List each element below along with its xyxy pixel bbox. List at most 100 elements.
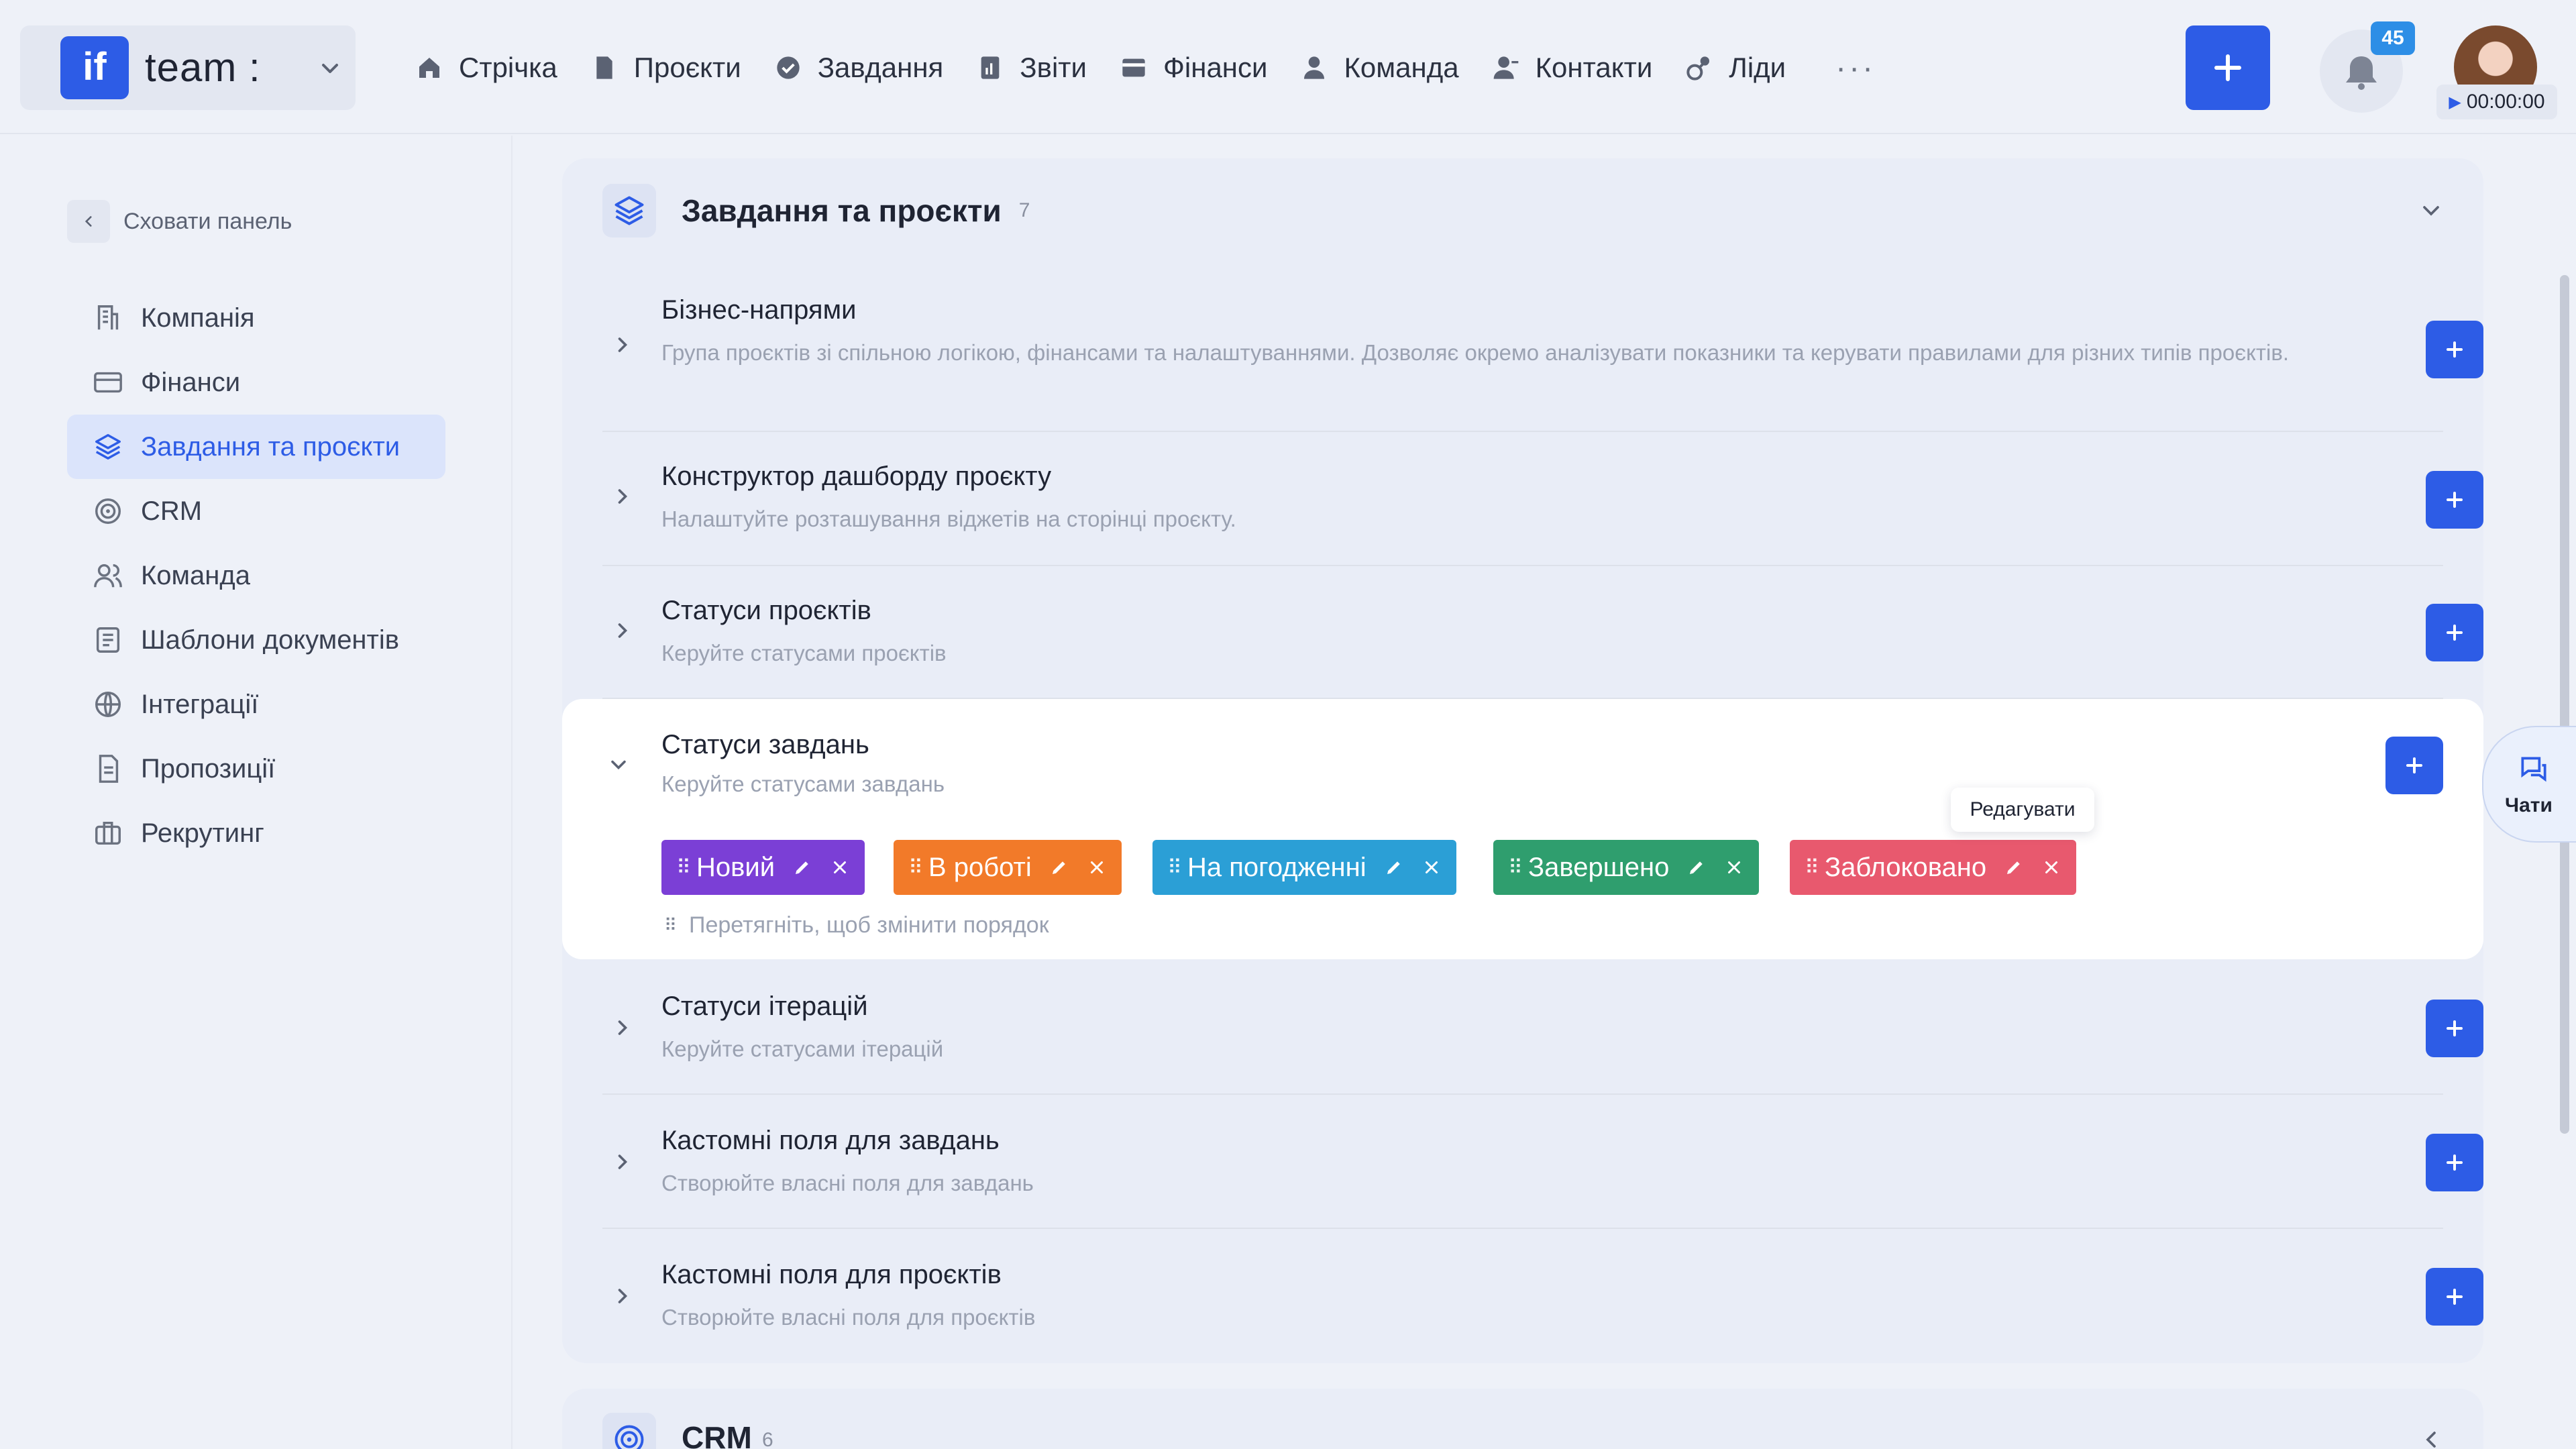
plus-icon (2447, 625, 2463, 641)
sidebar-nav: Компанія Фінанси Завдання та проєкти CRM… (67, 286, 445, 865)
sidebar-item-integrations[interactable]: Інтеграції (67, 672, 445, 737)
nav-label: Звіти (1020, 52, 1087, 83)
settings-row-project-statuses[interactable]: Статуси проєктів Керуйте статусами проєк… (602, 566, 2483, 699)
edit-icon[interactable] (792, 857, 812, 877)
row-description: Налаштуйте розташування віджетів на стор… (661, 506, 1236, 531)
drag-handle-icon[interactable]: ⠿ (1508, 856, 1523, 879)
workspace-switcher[interactable]: if team : (20, 25, 356, 110)
settings-row-dashboard-builder[interactable]: Конструктор дашборду проєкту Налаштуйте … (602, 432, 2483, 566)
status-chip-pending-approval[interactable]: ⠿ На погодженні (1152, 840, 1456, 895)
add-button[interactable] (2426, 604, 2483, 661)
drag-handle-icon[interactable]: ⠿ (676, 856, 691, 879)
settings-row-task-custom-fields[interactable]: Кастомні поля для завдань Створюйте влас… (602, 1095, 2483, 1229)
nav-item-contacts[interactable]: Контакти (1493, 39, 1652, 97)
section-title: Завдання та проєкти (682, 193, 1002, 228)
chevron-right-icon[interactable] (610, 619, 635, 643)
add-button[interactable] (2426, 1000, 2483, 1057)
nav-item-tasks[interactable]: Завдання (775, 39, 943, 97)
chevron-right-icon[interactable] (610, 484, 635, 508)
nav-item-team[interactable]: Команда (1301, 39, 1459, 97)
workspace-name: team : (145, 45, 261, 90)
document-icon (99, 755, 119, 783)
sidebar-item-doc-templates[interactable]: Шаблони документів (67, 608, 445, 672)
time-tracker[interactable]: ▶ 00:00:00 (2436, 85, 2557, 119)
timer-value: 00:00:00 (2466, 91, 2545, 113)
nav-label: Фінанси (1163, 52, 1268, 83)
chat-icon (2521, 757, 2546, 782)
plus-icon (2447, 1020, 2463, 1036)
row-title: Бізнес-напрями (661, 295, 857, 325)
drag-handle-icon[interactable]: ⠿ (908, 856, 923, 879)
chats-label: Чати (2505, 794, 2553, 816)
section-title: CRM (682, 1420, 752, 1449)
globe-icon (95, 692, 121, 717)
sidebar-item-finance[interactable]: Фінанси (67, 350, 445, 415)
page-scrollbar[interactable] (2560, 275, 2569, 1134)
nav-item-leads[interactable]: Ліди (1686, 39, 1786, 97)
row-title: Кастомні поля для завдань (661, 1126, 1000, 1155)
section-crm: CRM 6 (562, 1389, 2483, 1449)
top-bar: if team : Стрічка Проєкти Завдання Звіти… (0, 0, 2576, 134)
sidebar-item-recruiting[interactable]: Рекрутинг (67, 801, 445, 865)
add-button[interactable] (2426, 1268, 2483, 1326)
chevron-right-icon[interactable] (610, 333, 635, 357)
expand-section-button[interactable] (2418, 1426, 2445, 1449)
company-icon (97, 305, 119, 330)
team-icon (94, 564, 122, 588)
settings-row-project-custom-fields[interactable]: Кастомні поля для проєктів Створюйте вла… (602, 1229, 2483, 1363)
add-button[interactable] (2426, 1134, 2483, 1191)
sidebar-item-team[interactable]: Команда (67, 543, 445, 608)
chevron-right-icon[interactable] (610, 1016, 635, 1040)
status-chip-in-progress[interactable]: ⠿ В роботі (894, 840, 1122, 895)
sidebar-item-proposals[interactable]: Пропозиції (67, 737, 445, 801)
close-icon[interactable] (1724, 857, 1744, 877)
nav-item-projects[interactable]: Проєкти (591, 39, 741, 97)
close-icon[interactable] (1087, 857, 1107, 877)
status-chip-blocked[interactable]: ⠿ Заблоковано (1790, 840, 2077, 895)
row-title: Статуси завдань (661, 730, 869, 759)
briefcase-icon (95, 821, 121, 845)
nav-item-reports[interactable]: Звіти (977, 39, 1087, 97)
add-status-button[interactable] (2385, 737, 2443, 794)
close-icon[interactable] (2041, 857, 2061, 877)
status-label: Завершено (1527, 852, 1670, 882)
plus-icon (2447, 341, 2463, 358)
nav-item-finance[interactable]: Фінанси (1120, 39, 1267, 97)
row-description: Створюйте власні поля для завдань (661, 1171, 1034, 1195)
drag-handle-icon[interactable]: ⠿ (1167, 856, 1182, 879)
more-menu-button[interactable]: ··· (1835, 50, 1876, 87)
chevron-down-icon[interactable] (606, 753, 631, 777)
add-button[interactable] (2426, 471, 2483, 529)
drag-handle-icon[interactable]: ⠿ (1805, 856, 1819, 879)
chats-button[interactable]: Чати (2482, 726, 2576, 843)
sidebar-item-label: Рекрутинг (141, 818, 264, 848)
nav-item-feed[interactable]: Стрічка (416, 39, 557, 97)
sidebar-item-tasks-projects[interactable]: Завдання та проєкти (67, 415, 445, 479)
sidebar-item-company[interactable]: Компанія (67, 286, 445, 350)
chevron-right-icon[interactable] (610, 1284, 635, 1308)
settings-row-iteration-statuses[interactable]: Статуси ітерацій Керуйте статусами ітера… (602, 961, 2483, 1095)
status-chip-completed[interactable]: ⠿ Завершено (1493, 840, 1760, 895)
create-button[interactable] (2186, 25, 2270, 110)
close-icon[interactable] (830, 857, 850, 877)
row-description: Група проєктів зі спільною логікою, фіна… (661, 340, 2290, 365)
hide-panel-button[interactable]: Сховати панель (67, 200, 292, 243)
sidebar-item-crm[interactable]: CRM (67, 479, 445, 543)
settings-row-business-directions[interactable]: Бізнес-напрями Група проєктів зі спільно… (602, 271, 2483, 432)
row-description: Керуйте статусами завдань (661, 771, 945, 796)
edit-icon[interactable] (2004, 857, 2024, 877)
row-description: Керуйте статусами проєктів (661, 641, 947, 665)
edit-icon[interactable] (1384, 857, 1404, 877)
edit-icon[interactable] (1686, 857, 1707, 877)
collapse-section-button[interactable] (2418, 197, 2445, 224)
plus-icon (2447, 1155, 2463, 1171)
status-chip-new[interactable]: ⠿ Новий (661, 840, 865, 895)
sidebar-item-label: Команда (141, 560, 250, 590)
settings-sidebar: Сховати панель Компанія Фінанси Завдання… (0, 136, 513, 1449)
hide-panel-label: Сховати панель (123, 208, 292, 234)
chevron-right-icon[interactable] (610, 1150, 635, 1174)
close-icon[interactable] (1421, 857, 1442, 877)
edit-icon[interactable] (1049, 857, 1069, 877)
add-button[interactable] (2426, 321, 2483, 378)
play-icon: ▶ (2449, 93, 2461, 111)
